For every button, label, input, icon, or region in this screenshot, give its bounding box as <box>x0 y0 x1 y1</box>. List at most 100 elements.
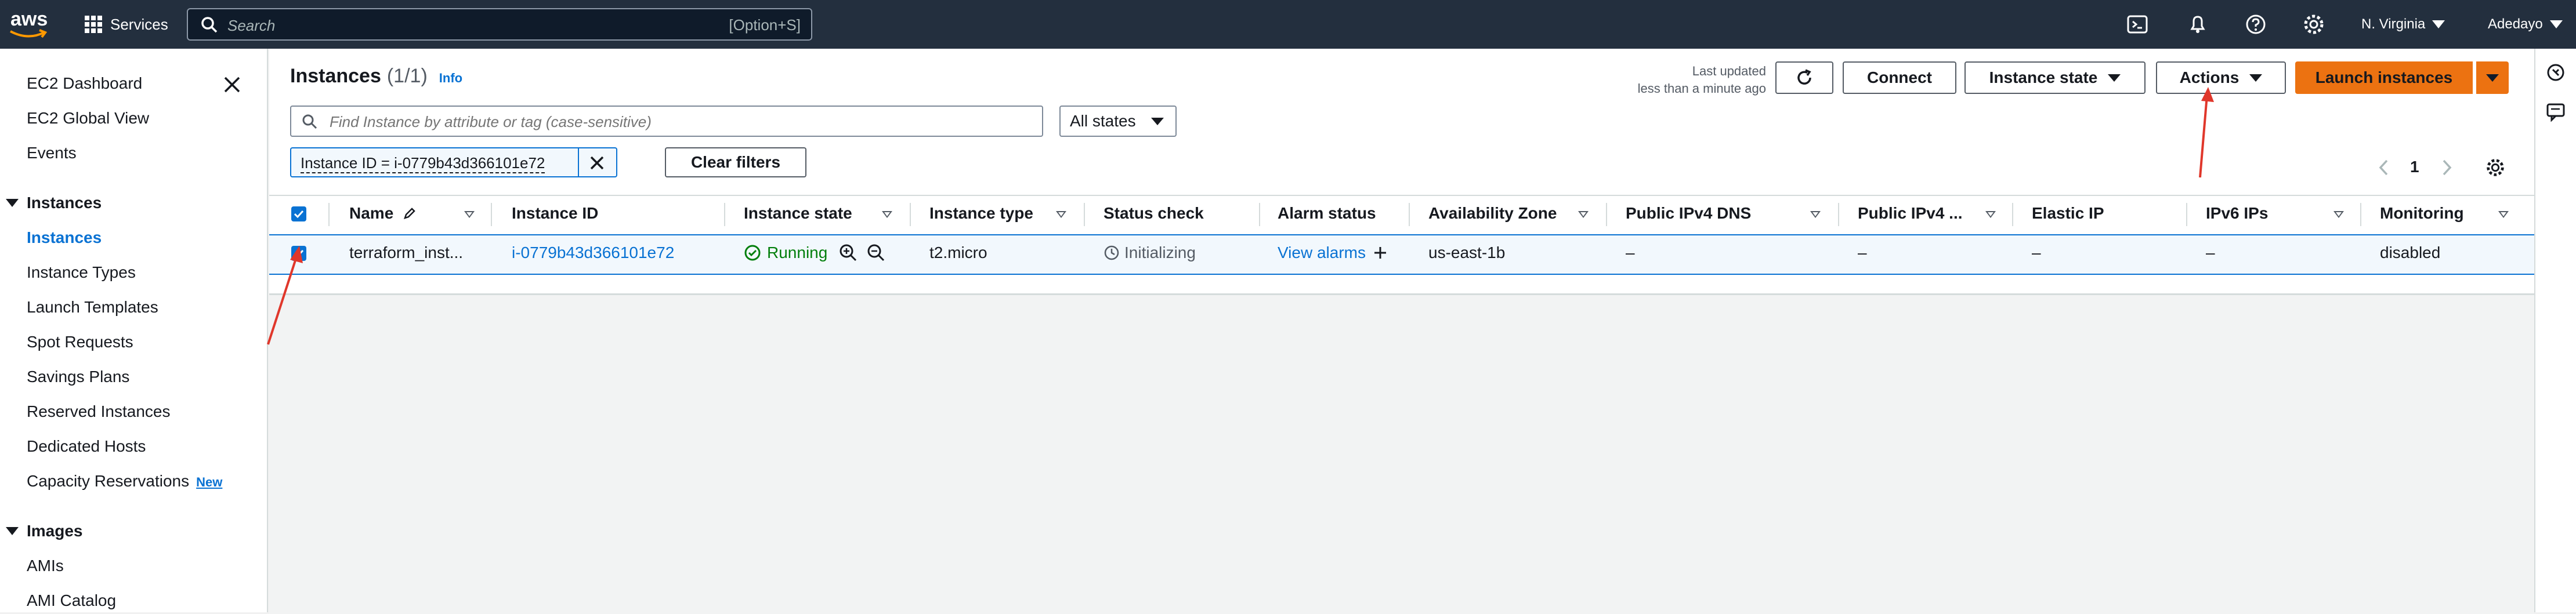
sidebar-item-savings-plans[interactable]: Savings Plans <box>27 368 129 386</box>
clear-filters-button[interactable]: Clear filters <box>665 147 806 177</box>
sidebar-item-instance-types[interactable]: Instance Types <box>27 263 136 282</box>
select-all-checkbox[interactable] <box>291 206 306 221</box>
view-alarms-link[interactable]: View alarms <box>1278 244 1366 262</box>
column-header-instance-state[interactable]: Instance state <box>744 204 852 223</box>
sidebar-item-launch-templates[interactable]: Launch Templates <box>27 298 158 317</box>
aws-smile-icon <box>10 29 48 38</box>
sort-icon[interactable] <box>1578 211 1589 218</box>
column-header-availability-zone[interactable]: Availability Zone <box>1428 204 1557 223</box>
sidebar-item-instances[interactable]: Instances <box>27 228 102 247</box>
sidebar-item-reserved-instances[interactable]: Reserved Instances <box>27 402 170 421</box>
global-search-box[interactable]: [Option+S] <box>187 8 812 41</box>
search-icon <box>201 17 218 33</box>
column-header-status-check[interactable]: Status check <box>1104 204 1204 223</box>
column-divider <box>1606 203 1607 226</box>
sort-icon[interactable] <box>2333 211 2344 218</box>
filter-token[interactable]: Instance ID = i-0779b43d366101e72 <box>290 147 617 177</box>
plus-icon[interactable] <box>1373 245 1388 260</box>
sidebar-item-dedicated-hosts[interactable]: Dedicated Hosts <box>27 437 146 456</box>
refresh-icon <box>1797 69 1811 85</box>
instance-state-dropdown[interactable]: Instance state <box>1964 61 2146 94</box>
cell-public-ipv4-dns: – <box>1626 244 1635 261</box>
column-divider <box>724 203 725 226</box>
info-link[interactable]: Info <box>439 71 462 86</box>
sort-icon[interactable] <box>1810 211 1821 218</box>
actions-dropdown[interactable]: Actions <box>2156 61 2286 94</box>
zoom-in-icon[interactable] <box>839 244 858 262</box>
sort-icon[interactable] <box>1985 211 1996 218</box>
sort-icon[interactable] <box>464 211 475 218</box>
zoom-out-icon[interactable] <box>867 244 885 262</box>
cloudshell-icon[interactable] <box>2126 13 2149 36</box>
gear-icon[interactable] <box>2302 13 2325 36</box>
column-header-name[interactable]: Name <box>349 204 417 223</box>
aws-logo[interactable]: aws <box>8 7 49 42</box>
feedback-icon[interactable] <box>2546 102 2566 122</box>
sidebar-section-images[interactable]: Images <box>6 522 83 540</box>
details-pane-area <box>269 293 2534 614</box>
table-top-border <box>269 195 2534 196</box>
instance-filter-box[interactable] <box>290 106 1043 137</box>
sidebar-item-ec2-dashboard[interactable]: EC2 Dashboard <box>27 74 142 93</box>
cell-ipv6-ips: – <box>2206 244 2215 261</box>
preferences-gear-icon[interactable] <box>2484 157 2506 179</box>
launch-options-dropdown[interactable] <box>2476 61 2509 94</box>
sidebar-item-amis[interactable]: AMIs <box>27 557 64 575</box>
sidebar: EC2 Dashboard EC2 Global View Events Ins… <box>0 49 268 612</box>
sidebar-item-events[interactable]: Events <box>27 144 77 162</box>
sidebar-item-ec2-global-view[interactable]: EC2 Global View <box>27 109 149 128</box>
chevron-left-icon[interactable] <box>2378 159 2389 176</box>
sort-icon[interactable] <box>882 211 892 218</box>
instance-count: (1/1) <box>386 65 428 87</box>
column-header-elastic-ip[interactable]: Elastic IP <box>2032 204 2104 223</box>
remove-filter-icon[interactable] <box>589 155 605 170</box>
sort-icon[interactable] <box>1056 211 1066 218</box>
column-divider <box>1838 203 1839 226</box>
column-header-ipv6-ips[interactable]: IPv6 IPs <box>2206 204 2268 223</box>
chevron-right-icon[interactable] <box>2441 159 2453 176</box>
services-menu-button[interactable]: Services <box>85 10 168 38</box>
close-icon[interactable] <box>223 75 241 94</box>
account-menu[interactable]: Adedayo <box>2488 16 2563 32</box>
last-updated-label: Last updated <box>1692 64 1766 78</box>
states-select[interactable]: All states <box>1059 106 1177 137</box>
pencil-icon <box>404 208 415 219</box>
cell-status-check: Initializing <box>1104 244 1196 262</box>
help-icon[interactable] <box>2244 13 2267 36</box>
sidebar-item-spot-requests[interactable]: Spot Requests <box>27 333 133 351</box>
connect-button[interactable]: Connect <box>1843 61 1956 94</box>
section-title: Instances <box>27 194 102 212</box>
region-selector[interactable]: N. Virginia <box>2361 16 2445 32</box>
sidebar-item-capacity-reservations[interactable]: Capacity Reservations New <box>27 472 222 491</box>
column-header-public-ipv4[interactable]: Public IPv4 ... <box>1858 204 1963 223</box>
cell-instance-id-link[interactable]: i-0779b43d366101e72 <box>512 244 674 262</box>
account-name: Adedayo <box>2488 16 2543 32</box>
page-number[interactable]: 1 <box>2410 158 2419 176</box>
info-panel-icon[interactable] <box>2546 63 2566 82</box>
sort-icon[interactable] <box>2498 211 2509 218</box>
instance-filter-input[interactable] <box>328 111 1027 132</box>
caret-down-icon <box>2486 74 2499 82</box>
cell-monitoring: disabled <box>2380 244 2441 261</box>
last-updated-time: less than a minute ago <box>1637 81 1766 96</box>
sidebar-section-instances[interactable]: Instances <box>6 194 102 212</box>
caret-down-icon <box>6 199 19 207</box>
utility-rail <box>2534 49 2576 612</box>
cell-instance-state: Running <box>744 244 827 262</box>
column-header-monitoring[interactable]: Monitoring <box>2380 204 2464 223</box>
states-select-value: All states <box>1070 112 1136 130</box>
global-search-input[interactable] <box>226 15 670 36</box>
column-header-public-ipv4-dns[interactable]: Public IPv4 DNS <box>1626 204 1751 223</box>
instance-state-label: Instance state <box>1989 68 2098 86</box>
refresh-button[interactable] <box>1775 61 1833 94</box>
sidebar-item-label: Capacity Reservations <box>27 472 190 490</box>
column-divider <box>491 203 492 226</box>
column-header-alarm-status[interactable]: Alarm status <box>1278 204 1376 223</box>
column-header-instance-type[interactable]: Instance type <box>929 204 1033 223</box>
launch-instances-button[interactable]: Launch instances <box>2295 61 2473 94</box>
last-updated: Last updated less than a minute ago <box>1566 63 1766 97</box>
token-divider <box>578 148 579 176</box>
bell-icon[interactable] <box>2186 13 2209 36</box>
sidebar-item-ami-catalog[interactable]: AMI Catalog <box>27 591 116 610</box>
column-header-instance-id[interactable]: Instance ID <box>512 204 598 223</box>
